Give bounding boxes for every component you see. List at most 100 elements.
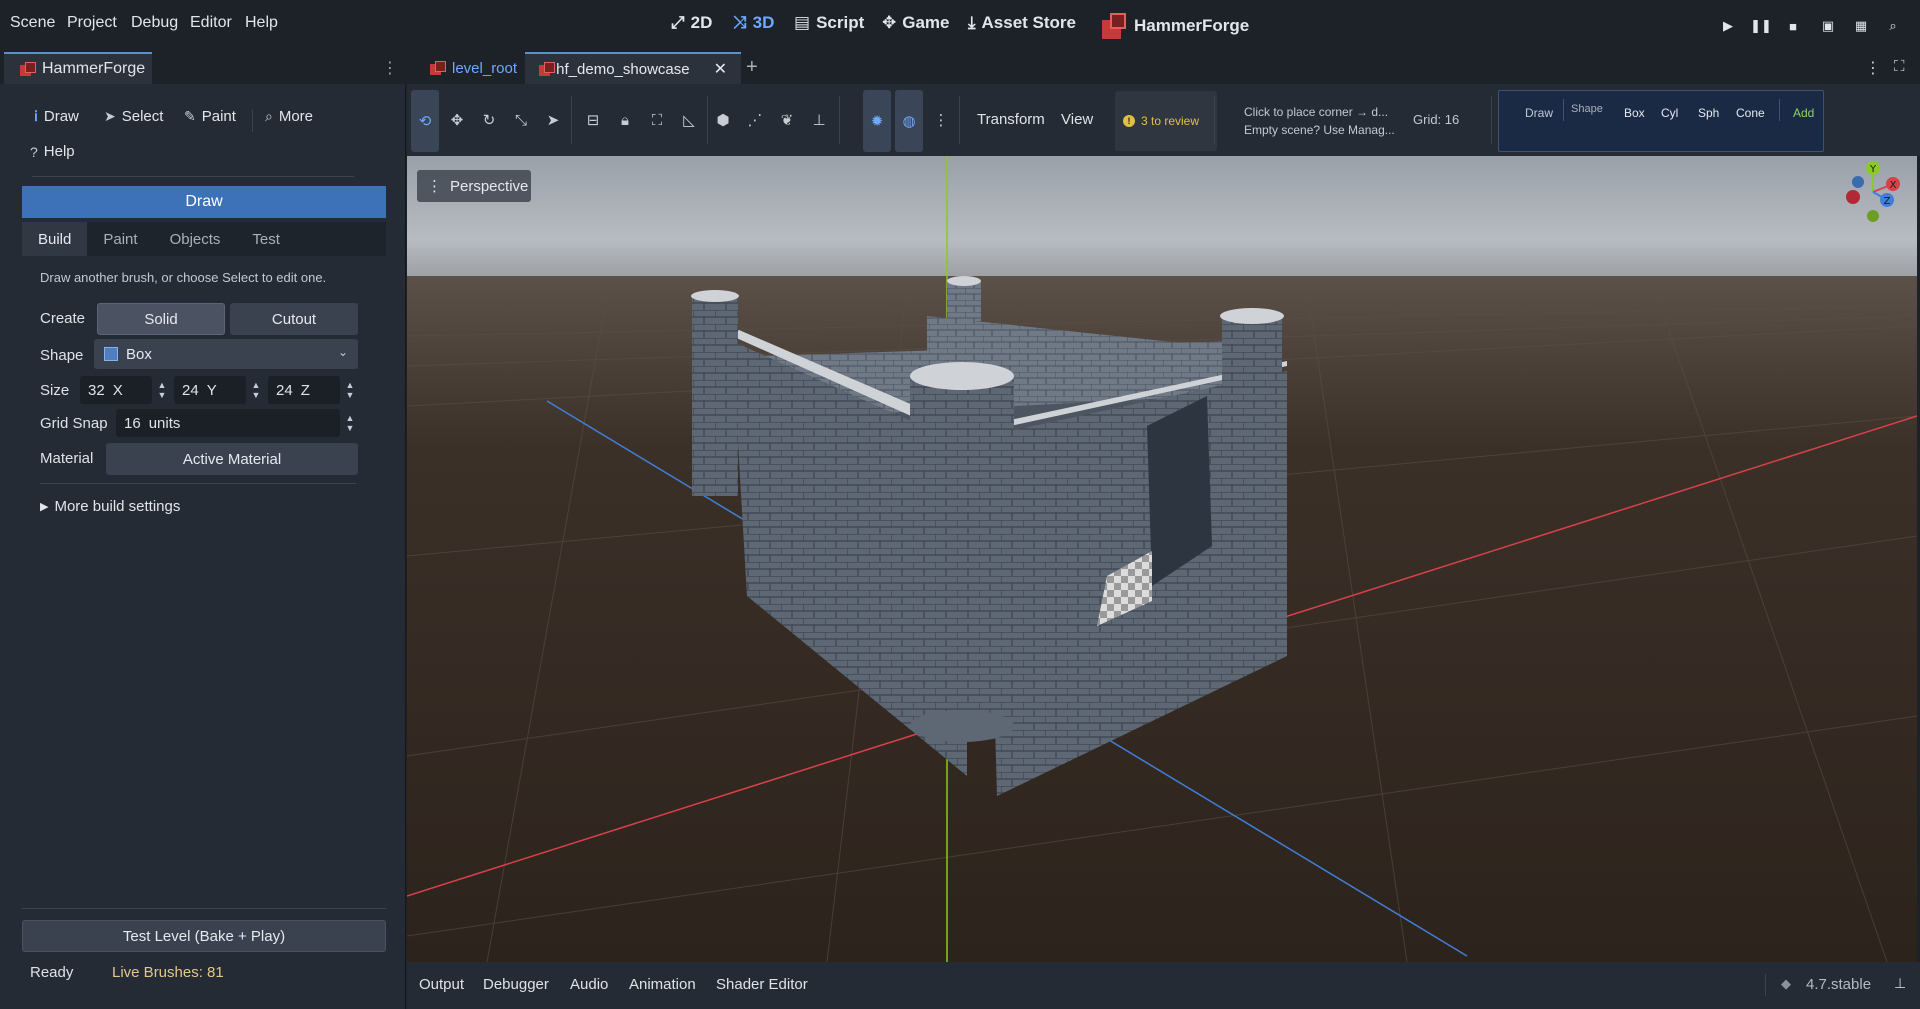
scale-mode-icon[interactable]: ⤡ [507, 106, 535, 134]
workspace-3d-button[interactable]: ⤨ 3D [733, 13, 774, 33]
shape-box-button[interactable]: Box [1624, 106, 1645, 120]
bottom-tab-output[interactable]: Output [419, 976, 464, 993]
ruler-icon[interactable]: ◺ [675, 106, 703, 134]
test-level-button[interactable]: Test Level (Bake + Play) [22, 920, 386, 952]
lock-icon[interactable]: 🔒︎ [611, 106, 639, 134]
create-label: Create [40, 310, 86, 327]
menu-editor[interactable]: Editor [190, 14, 232, 32]
hammerforge-dock: HammerForge ⋮ 𝗂 Draw ➤ Select ✎ Paint ⌕ … [0, 52, 406, 1009]
shape-palette-draw[interactable]: Draw [1525, 106, 1553, 120]
add-tab-icon[interactable]: + [746, 56, 758, 79]
up-icon: ▲ [157, 380, 167, 390]
workspace-script-button[interactable]: ▤ Script [794, 13, 864, 33]
leaf-icon[interactable]: ❦ [773, 106, 801, 134]
pin-icon[interactable]: ⊥ [1894, 975, 1906, 992]
shape-add-button[interactable]: Add [1793, 106, 1814, 120]
shape-cylinder-button[interactable]: Cyl [1661, 106, 1678, 120]
size-y-axis-label: Y [206, 381, 217, 399]
gridsnap-stepper[interactable]: ▲ ▼ [344, 409, 356, 437]
menu-help[interactable]: Help [245, 14, 278, 32]
local-space-icon[interactable]: ⬢ [709, 106, 737, 134]
pause-icon[interactable]: ❚❚ [1750, 17, 1772, 35]
tool-help-button[interactable]: ? Help [30, 143, 75, 160]
bottom-tab-audio[interactable]: Audio [570, 976, 608, 993]
tool-draw-button[interactable]: 𝗂 Draw [34, 108, 79, 125]
gridsnap-field[interactable]: 16 units [116, 409, 340, 437]
gizmo-neg-y-handle[interactable] [1867, 210, 1879, 222]
workspace-hammerforge-button[interactable]: HammerForge [1102, 13, 1249, 39]
rotate-mode-icon[interactable]: ↻ [475, 106, 503, 134]
menu-debug[interactable]: Debug [131, 14, 178, 32]
size-y-stepper[interactable]: ▲ ▼ [250, 376, 262, 404]
gridsnap-label: Grid Snap [40, 415, 108, 432]
review-count: 3 to review [1141, 114, 1200, 128]
cursor-icon: ➤ [104, 108, 116, 124]
version-label: 4.7.stable [1806, 976, 1872, 993]
transform-menu[interactable]: Transform [977, 111, 1045, 128]
scene-tab-level-root[interactable]: level_root [416, 52, 531, 84]
cutout-button[interactable]: Cutout [230, 303, 358, 335]
tool-paint-button[interactable]: ✎ Paint [184, 108, 236, 125]
movie-maker-icon[interactable]: ⌕ [1884, 17, 1902, 35]
snap-icon[interactable]: ⋰ [741, 106, 769, 134]
environment-preview-icon[interactable]: ◍ [895, 90, 923, 152]
subtab-paint[interactable]: Paint [87, 222, 153, 256]
size-z-stepper[interactable]: ▲ ▼ [344, 376, 356, 404]
shape-select[interactable]: Box ⌄ [94, 339, 358, 369]
subtab-build[interactable]: Build [22, 222, 88, 256]
play-scene-icon[interactable]: ▣ [1819, 17, 1837, 35]
gizmo-neg-x-handle[interactable] [1846, 190, 1860, 204]
shape-palette: Draw Shape Box Cyl Sph Cone Add [1498, 90, 1824, 152]
shape-sphere-button[interactable]: Sph [1698, 106, 1719, 120]
sun-preview-icon[interactable]: ✹ [863, 90, 891, 152]
more-options-icon[interactable]: ⋮ [1865, 58, 1881, 78]
list-select-icon[interactable]: ➤ [539, 106, 567, 134]
tool-help-label: Help [43, 143, 75, 160]
menu-project[interactable]: Project [67, 14, 117, 32]
scene-tab-hf-demo-showcase[interactable]: hf_demo_showcase ✕ [525, 52, 741, 84]
tool-more-button[interactable]: ⌕ More [265, 108, 313, 125]
3d-viewport[interactable]: ⋮ Perspective Y X Z [407, 156, 1917, 962]
size-label: Size [40, 382, 70, 399]
perspective-menu-button[interactable]: ⋮ Perspective [417, 170, 531, 202]
live-brushes-count: Live Brushes: 81 [112, 964, 224, 981]
size-y-field[interactable]: 24 Y [174, 376, 246, 404]
size-z-field[interactable]: 24 Z [268, 376, 340, 404]
tool-select-button[interactable]: ➤ Select [104, 108, 163, 125]
review-badge[interactable]: ! 3 to review [1115, 91, 1217, 151]
size-x-field[interactable]: 32 X [80, 376, 152, 404]
solid-button[interactable]: Solid [97, 303, 225, 335]
size-x-stepper[interactable]: ▲ ▼ [156, 376, 168, 404]
menu-scene[interactable]: Scene [10, 14, 55, 32]
more-build-settings-toggle[interactable]: ▶ More build settings [40, 498, 180, 515]
workspace-game-button[interactable]: ✥ Game [882, 13, 950, 33]
divider [1765, 974, 1766, 996]
view-menu[interactable]: View [1061, 111, 1093, 128]
bottom-tab-animation[interactable]: Animation [629, 976, 696, 993]
shape-cone-button[interactable]: Cone [1736, 106, 1765, 120]
bottom-tab-shader-editor[interactable]: Shader Editor [716, 976, 808, 993]
stop-icon[interactable]: ■ [1784, 17, 1802, 35]
pin-icon[interactable]: ⊥ [805, 106, 833, 134]
caret-right-icon: ▶ [40, 501, 49, 513]
workspace-2d-button[interactable]: ⤢ 2D [671, 13, 712, 33]
move-mode-icon[interactable]: ✥ [443, 106, 471, 134]
subtab-objects[interactable]: Objects [154, 222, 237, 256]
close-icon[interactable]: ✕ [714, 59, 727, 79]
gizmo-neg-z-handle[interactable] [1852, 176, 1864, 188]
active-material-button[interactable]: Active Material [106, 443, 358, 475]
bottom-tab-debugger[interactable]: Debugger [483, 976, 549, 993]
play-custom-scene-icon[interactable]: ▦ [1852, 17, 1870, 35]
fullscreen-icon[interactable]: ⛶ [1894, 58, 1905, 75]
pivot-icon[interactable]: ⊟ [579, 106, 607, 134]
dock-menu-icon[interactable]: ⋮ [382, 58, 398, 78]
orientation-gizmo[interactable]: Y X Z [1829, 156, 1917, 246]
subtab-test[interactable]: Test [236, 222, 296, 256]
workspace-asset-store-button[interactable]: ⤓ Asset Store [968, 13, 1076, 33]
select-mode-icon[interactable]: ⟲ [411, 90, 439, 152]
more-vertical-icon[interactable]: ⋮ [927, 106, 955, 134]
play-icon[interactable]: ▶ [1719, 17, 1737, 35]
workspace-game-label: Game [902, 13, 950, 32]
group-icon[interactable]: ⛶ [643, 106, 671, 134]
dock-tab-hammerforge[interactable]: HammerForge [4, 52, 152, 84]
